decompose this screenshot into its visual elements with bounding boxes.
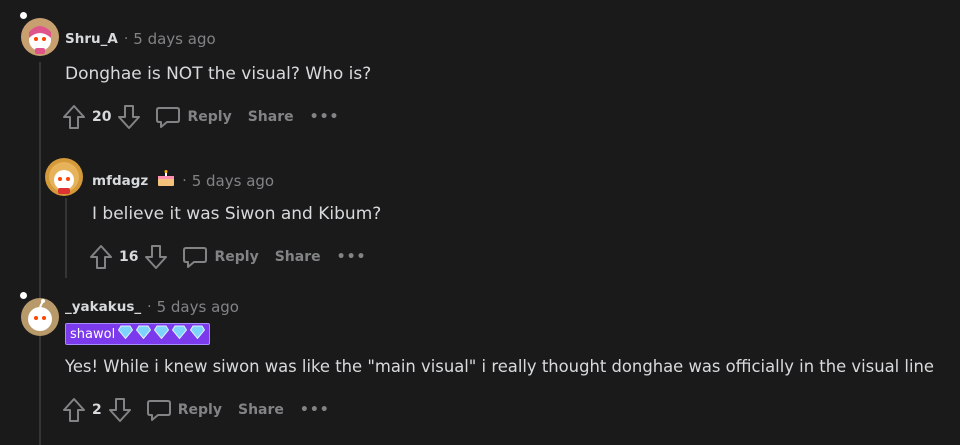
- reply-label: Reply: [187, 109, 232, 125]
- comment-icon: [183, 247, 208, 268]
- user-avatar[interactable]: [45, 158, 83, 196]
- reply-button[interactable]: Reply: [182, 245, 259, 269]
- vote-score: 20: [92, 109, 112, 125]
- downvote-icon[interactable]: [144, 244, 168, 270]
- upvote-icon[interactable]: [62, 104, 86, 130]
- snoo-avatar-lion: [45, 158, 83, 196]
- diamond-icon: [118, 325, 134, 343]
- username[interactable]: _yakakus_: [65, 299, 141, 315]
- downvote-icon[interactable]: [117, 104, 141, 130]
- reply-label: Reply: [177, 402, 222, 418]
- user-flair: shawol: [65, 323, 211, 345]
- snoo-avatar-default: [21, 298, 59, 336]
- thread-line[interactable]: [65, 198, 67, 278]
- upvote-icon[interactable]: [89, 244, 113, 270]
- more-options-icon[interactable]: •••: [337, 249, 367, 265]
- downvote-icon[interactable]: [108, 397, 132, 423]
- cake-icon: [156, 170, 176, 192]
- reply-button[interactable]: Reply: [146, 398, 222, 422]
- more-options-icon[interactable]: •••: [300, 402, 330, 418]
- comment-body: Yes! While i knew siwon was like the "ma…: [65, 357, 934, 376]
- comment-body: Donghae is NOT the visual? Who is?: [65, 64, 372, 84]
- vote-score: 16: [119, 249, 139, 265]
- meta-separator: ·: [147, 299, 152, 315]
- meta-separator: ·: [123, 31, 129, 47]
- diamond-icon: [154, 325, 170, 343]
- meta-separator: ·: [182, 173, 187, 189]
- diamond-icon: [190, 325, 206, 343]
- more-options-icon[interactable]: •••: [310, 109, 340, 125]
- username[interactable]: Shru_A: [65, 31, 118, 47]
- timestamp[interactable]: 5 days ago: [133, 30, 215, 48]
- share-button[interactable]: Share: [275, 249, 321, 265]
- timestamp[interactable]: 5 days ago: [192, 172, 274, 190]
- share-button[interactable]: Share: [248, 109, 294, 125]
- reply-button[interactable]: Reply: [155, 105, 232, 129]
- comment-icon: [146, 400, 171, 421]
- username[interactable]: mfdagz: [92, 173, 148, 189]
- vote-score: 2: [92, 402, 102, 418]
- snoo-avatar-pink-hair: [21, 18, 59, 56]
- user-avatar[interactable]: [21, 298, 59, 336]
- flair-text: shawol: [70, 326, 116, 342]
- upvote-icon[interactable]: [62, 397, 86, 423]
- diamond-icon: [172, 325, 188, 343]
- user-avatar[interactable]: [21, 18, 59, 56]
- share-button[interactable]: Share: [238, 402, 284, 418]
- comment-body: I believe it was Siwon and Kibum?: [92, 204, 382, 224]
- thread-line[interactable]: [39, 62, 41, 445]
- comment-icon: [156, 107, 181, 128]
- timestamp[interactable]: 5 days ago: [157, 298, 239, 316]
- reply-label: Reply: [214, 249, 259, 265]
- diamond-icon: [136, 325, 152, 343]
